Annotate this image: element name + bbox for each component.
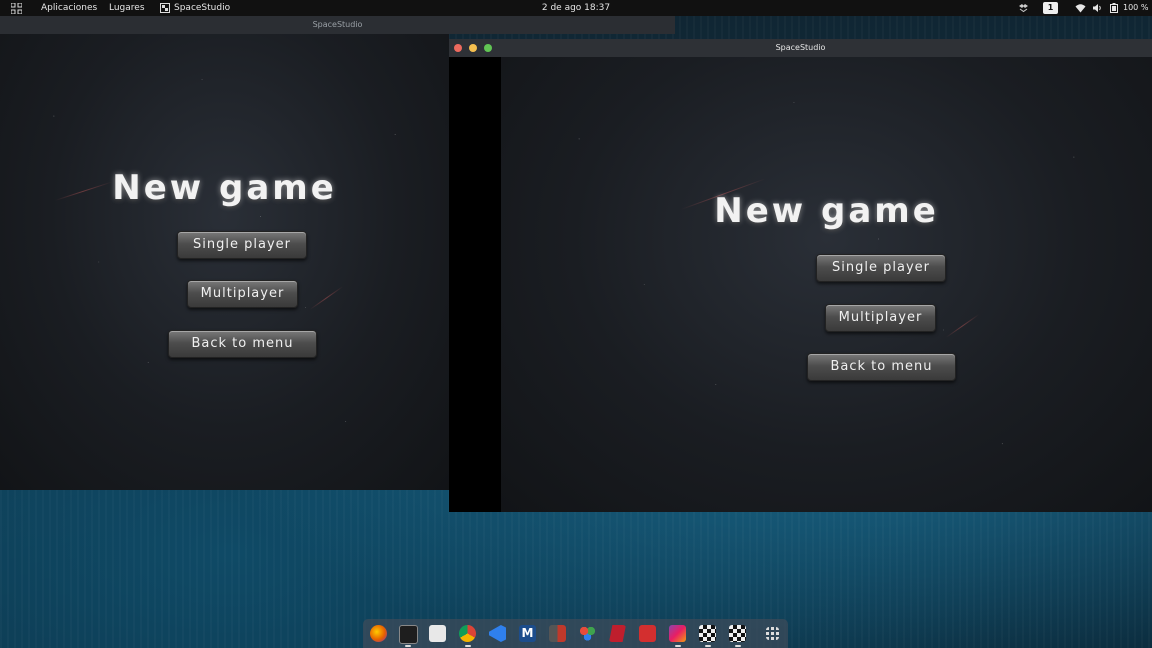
meteor-streak (945, 314, 980, 338)
terminal-icon[interactable] (399, 625, 418, 644)
multiplayer-button[interactable]: Multiplayer (825, 304, 936, 332)
active-app-menu[interactable]: SpaceStudio (174, 0, 230, 16)
clock[interactable]: 2 de ago 18:37 (542, 3, 610, 13)
new-game-heading: New game (714, 191, 939, 231)
chrome-icon[interactable] (459, 625, 476, 642)
back-to-menu-button[interactable]: Back to menu (807, 353, 956, 381)
show-apps-icon[interactable] (766, 627, 779, 640)
back-to-menu-button[interactable]: Back to menu (168, 330, 317, 358)
back-window-game-view: New game Single player Multiplayer Back … (0, 34, 449, 490)
files-icon[interactable] (429, 625, 446, 642)
spacestudio-app-icon (160, 3, 170, 13)
activities-grid-icon[interactable] (11, 3, 22, 14)
back-window-titlebar[interactable]: SpaceStudio (0, 16, 675, 34)
red-app-icon[interactable] (639, 625, 656, 642)
battery-percentage: 100 % (1123, 3, 1149, 12)
front-window[interactable]: SpaceStudio New game Single player Multi… (449, 39, 1152, 512)
front-window-game-view: New game Single player Multiplayer Back … (501, 57, 1152, 512)
meteor-streak (309, 286, 344, 310)
front-window-title: SpaceStudio (775, 43, 826, 52)
top-bar: Aplicaciones Lugares SpaceStudio 2 de ag… (0, 0, 1152, 16)
maximize-button[interactable] (484, 44, 492, 52)
new-game-heading: New game (112, 168, 337, 208)
single-player-button[interactable]: Single player (816, 254, 946, 282)
multiplayer-button[interactable]: Multiplayer (187, 280, 298, 308)
single-player-button[interactable]: Single player (177, 231, 307, 259)
applications-menu[interactable]: Aplicaciones (41, 0, 97, 16)
mendeley-icon[interactable]: M (519, 625, 536, 642)
back-window-title: SpaceStudio (312, 20, 363, 29)
front-window-titlebar[interactable]: SpaceStudio (449, 39, 1152, 57)
spacestudio-icon-1[interactable] (699, 625, 716, 642)
vscode-icon[interactable] (489, 625, 506, 642)
close-button[interactable] (454, 44, 462, 52)
davinci-icon[interactable] (579, 625, 596, 642)
book-icon[interactable] (549, 625, 566, 642)
dropbox-tray-icon[interactable] (1018, 3, 1029, 13)
wifi-icon[interactable] (1075, 3, 1086, 13)
dock: M (363, 619, 788, 648)
filezilla-icon[interactable] (609, 625, 626, 642)
battery-icon[interactable] (1110, 3, 1118, 13)
volume-icon[interactable] (1092, 3, 1103, 13)
spacestudio-icon-2[interactable] (729, 625, 746, 642)
firefox-icon[interactable] (370, 625, 387, 642)
black-side-strip (449, 57, 501, 512)
minimize-button[interactable] (469, 44, 477, 52)
places-menu[interactable]: Lugares (109, 0, 145, 16)
workspace-indicator[interactable]: 1 (1043, 2, 1058, 14)
intellij-icon[interactable] (669, 625, 686, 642)
